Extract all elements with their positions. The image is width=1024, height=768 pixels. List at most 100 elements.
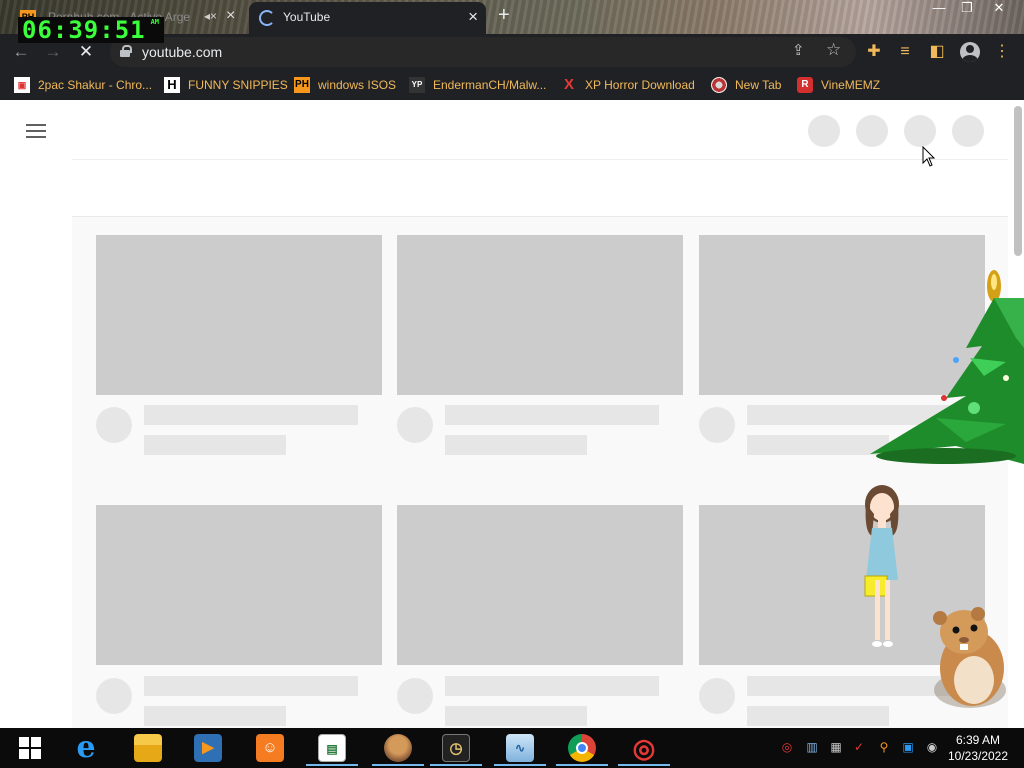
x-icon: X [563,76,574,93]
bookmark-label: VineMEMZ [821,78,881,92]
tray-chart-icon[interactable]: ▥ [803,738,821,756]
overlay-clock: 06:39:51 AM [18,17,164,43]
channel-avatar-placeholder [397,678,433,714]
h-icon: H [164,77,180,93]
video-thumbnail-placeholder[interactable] [96,235,382,395]
bookmark-new-tab[interactable]: New Tab [711,76,781,94]
bookmark-windows-isos[interactable]: PH windows ISOS [294,76,396,94]
mute-icon[interactable]: ◂× [204,9,217,23]
chrome-icon [568,734,596,762]
taskbar-media-player[interactable]: ▶ [178,730,238,766]
page-scrollbar[interactable] [1014,106,1022,256]
christmas-tree-icon [870,270,1024,464]
restore-button[interactable]: ❐ [952,0,982,18]
stop-loading-icon[interactable]: ✕ [75,41,97,63]
title-line-placeholder [445,676,659,696]
start-button[interactable] [0,730,60,766]
more-menu-icon[interactable]: ⋮ [992,42,1012,62]
window-app-icon: ▤ [318,734,346,762]
tray-qr-icon[interactable]: ▦ [827,738,845,756]
tray-volume-icon[interactable]: ◉ [923,738,941,756]
tab-active[interactable]: YouTube × [249,2,486,34]
r-icon: R [797,77,813,93]
loading-spinner-icon [259,10,275,26]
video-thumbnail-placeholder[interactable] [397,505,683,665]
bookmark-vinememz[interactable]: R VineMEMZ [797,76,880,94]
bookmark-label: FUNNY SNIPPIES [188,78,288,92]
windows-logo-icon [19,737,41,759]
channel-avatar-placeholder [397,407,433,443]
close-window-button[interactable]: ✕ [984,0,1014,18]
lock-icon[interactable] [120,45,132,57]
tray-network-icon[interactable]: ▣ [899,738,917,756]
header-placeholder-circle [808,115,840,147]
taskbar-internet-explorer[interactable]: e [56,730,116,766]
resource-monitor-icon: ∿ [506,734,534,762]
taskbar-file-explorer[interactable] [118,730,178,766]
share-icon[interactable]: ⇪ [792,41,805,59]
meta-line-placeholder [144,706,286,726]
mouse-cursor-icon [922,146,936,167]
bookmark-label: windows ISOS [318,78,397,92]
url-text[interactable]: youtube.com [142,44,222,60]
meta-line-placeholder [445,706,587,726]
bookmark-endermanch[interactable]: YP EndermanCH/Malw... [409,76,546,94]
taskbar-date: 10/23/2022 [947,749,1009,763]
channel-avatar-placeholder [699,678,735,714]
close-tab-icon[interactable]: × [226,7,235,25]
reading-list-icon[interactable]: ≡ [895,42,915,62]
video-thumbnail-placeholder[interactable] [96,505,382,665]
channel-avatar-placeholder [96,678,132,714]
title-line-placeholder [445,405,659,425]
close-tab-icon[interactable]: × [468,7,478,27]
video-thumbnail-placeholder[interactable] [397,235,683,395]
red-spiral-icon: ◎ [632,733,656,763]
header-placeholder-circle [856,115,888,147]
hamster-app-icon [384,734,412,762]
taskbar-clock-app[interactable]: ◷ [426,730,486,766]
header-placeholder-circle [904,115,936,147]
folder-icon [134,734,162,762]
taskbar-clock[interactable]: 6:39 AM 10/23/2022 [944,732,1012,764]
store-icon: ▣ [14,77,30,93]
back-arrow-icon[interactable]: ← [10,41,32,63]
header-placeholder-circle [952,115,984,147]
meta-line-placeholder [144,435,286,455]
meta-line-placeholder [445,435,587,455]
new-tab-button[interactable]: + [498,4,510,27]
bookmark-funny-snippies[interactable]: H FUNNY SNIPPIES [164,76,288,94]
channel-avatar-placeholder [96,407,132,443]
taskbar-spinner-app[interactable]: ◎ [614,730,674,766]
bookmark-2pac[interactable]: ▣ 2pac Shakur - Chro... [14,76,152,94]
media-player-icon: ▶ [194,734,222,762]
extensions-puzzle-icon[interactable]: ✚ [864,42,884,62]
anime-girl-icon [864,485,899,647]
bookmarks-bar: ▣ 2pac Shakur - Chro... H FUNNY SNIPPIES… [0,70,1024,100]
taskbar-resource-monitor[interactable]: ∿ [490,730,550,766]
minimize-button[interactable]: — [924,0,954,18]
taskbar-uc-browser[interactable]: ☺ [240,730,300,766]
profile-avatar-icon[interactable] [960,42,980,62]
taskbar-chrome[interactable] [552,730,612,766]
bookmark-xp-horror[interactable]: X XP Horror Download [561,76,695,94]
bookmark-label: New Tab [735,78,782,92]
taskbar-hamster-app[interactable] [368,730,428,766]
clock-time: 06:39:51 [22,16,146,44]
forward-arrow-icon[interactable]: → [42,41,64,63]
address-bar[interactable]: youtube.com ⇪ ☆ [110,37,856,67]
title-line-placeholder [144,676,358,696]
tray-spiral-icon[interactable]: ◎ [778,738,796,756]
hamster-icon [933,607,1006,708]
tray-search-icon[interactable]: ⚲ [875,738,893,756]
taskbar-app-window[interactable]: ▤ [302,730,362,766]
bookmark-star-icon[interactable]: ☆ [826,40,841,60]
side-panel-icon[interactable]: ◧ [927,42,947,62]
chip-bar-placeholder [72,159,1008,217]
hamburger-menu-icon[interactable] [26,124,46,138]
title-line-placeholder [144,405,358,425]
channel-avatar-placeholder [699,407,735,443]
ph-icon: PH [294,77,310,93]
uc-browser-icon: ☺ [256,734,284,762]
bookmark-label: EndermanCH/Malw... [433,78,547,92]
tray-check-icon[interactable]: ✓ [850,738,868,756]
